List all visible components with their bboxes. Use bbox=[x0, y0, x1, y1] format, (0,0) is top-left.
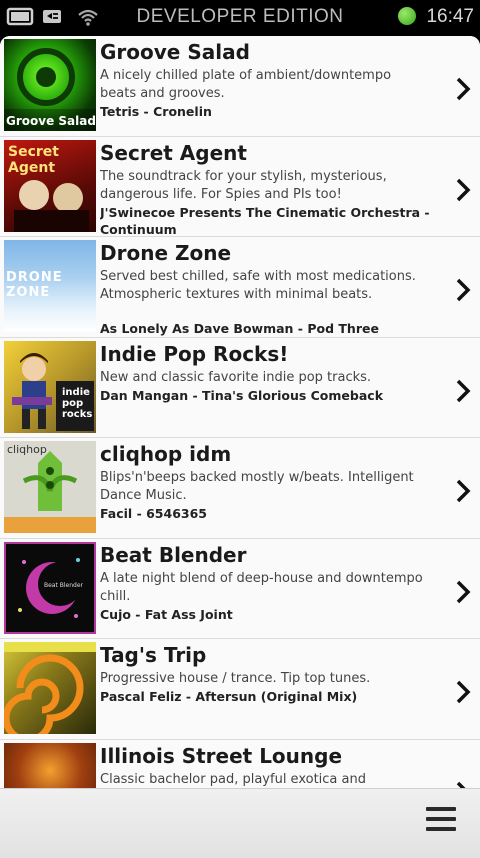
station-item-groove-salad[interactable]: Groove Salad Groove Salad A nicely chill… bbox=[0, 36, 480, 137]
chevron-right-icon[interactable] bbox=[454, 579, 472, 605]
beat-blender-art: Beat Blender bbox=[4, 541, 96, 634]
now-playing: Cujo - Fat Ass Joint bbox=[100, 606, 233, 622]
station-description: Blips'n'beeps backed mostly w/beats. Int… bbox=[100, 470, 414, 503]
now-playing: As Lonely As Dave Bowman - Pod Three bbox=[100, 321, 379, 336]
groove-salad-art: Groove Salad bbox=[4, 39, 96, 131]
station-title: Tag's Trip bbox=[100, 643, 207, 667]
station-item-indie-pop-rocks[interactable]: indie pop rocks Indie Pop Rocks! New and… bbox=[0, 337, 480, 438]
status-bar: DEVELOPER EDITION 16:47 bbox=[0, 0, 480, 36]
chevron-right-icon[interactable] bbox=[454, 177, 472, 203]
indie-pop-art: indie pop rocks bbox=[4, 340, 96, 433]
station-description: The soundtrack for your stylish, mysteri… bbox=[100, 168, 387, 202]
chevron-right-icon[interactable] bbox=[454, 76, 472, 102]
station-description: A nicely chilled plate of ambient/downte… bbox=[100, 68, 392, 101]
secret-agent-art: Secret Agent bbox=[4, 139, 96, 232]
station-description: Served best chilled, safe with most medi… bbox=[100, 269, 416, 302]
station-title: Indie Pop Rocks! bbox=[100, 341, 289, 366]
station-item-secret-agent[interactable]: Secret Agent Secret Agent The soundtrack… bbox=[0, 136, 480, 237]
thumb-label: Groove Salad bbox=[6, 114, 96, 128]
station-title: cliqhop idm bbox=[100, 442, 232, 466]
hamburger-menu-icon[interactable] bbox=[426, 807, 456, 837]
station-description: Progressive house / trance. Tip top tune… bbox=[100, 671, 371, 686]
thumb-label: Beat Blender bbox=[44, 581, 83, 589]
station-description: A late night blend of deep-house and dow… bbox=[100, 570, 423, 604]
now-playing: Pascal Feliz - Aftersun (Original Mix) bbox=[100, 689, 358, 704]
station-title: Beat Blender bbox=[100, 542, 247, 567]
thumb-label: Secret Agent bbox=[8, 143, 59, 176]
station-item-drone-zone[interactable]: DRONE ZONE Drone Zone Served best chille… bbox=[0, 237, 480, 338]
tags-trip-art bbox=[4, 642, 96, 734]
cliqhop-art: cliqhop bbox=[4, 441, 96, 533]
drone-zone-art: DRONE ZONE bbox=[4, 240, 96, 332]
station-item-cliqhop-idm[interactable]: cliqhop cliqhop idm Blips'n'beeps backed… bbox=[0, 438, 480, 539]
thumb-label: indie pop rocks bbox=[62, 386, 93, 420]
chevron-right-icon[interactable] bbox=[454, 780, 472, 789]
status-time: 16:47 bbox=[426, 6, 474, 27]
bottom-toolbar bbox=[0, 788, 480, 858]
station-item-illinois-street-lounge[interactable]: Illinois Street Lounge Classic bachelor … bbox=[0, 739, 480, 789]
now-playing: J'Swinecoe Presents The Cinematic Orches… bbox=[100, 204, 430, 237]
station-title: Drone Zone bbox=[100, 241, 232, 265]
station-title: Illinois Street Lounge bbox=[100, 743, 343, 768]
now-playing: Facil - 6546365 bbox=[100, 506, 207, 521]
station-description: Classic bachelor pad, playful exotica an… bbox=[100, 771, 366, 787]
station-list[interactable]: Groove Salad Groove Salad A nicely chill… bbox=[0, 36, 480, 788]
battery-indicator-icon bbox=[398, 7, 416, 25]
thumb-label: cliqhop bbox=[7, 443, 47, 456]
now-playing: Dan Mangan - Tina's Glorious Comeback bbox=[100, 387, 384, 403]
now-playing: Tetris - Cronelin bbox=[100, 104, 212, 119]
station-title: Secret Agent bbox=[100, 140, 247, 165]
station-item-beat-blender[interactable]: Beat Blender Beat Blender A late night b… bbox=[0, 538, 480, 639]
chevron-right-icon[interactable] bbox=[454, 478, 472, 504]
chevron-right-icon[interactable] bbox=[454, 679, 472, 705]
chevron-right-icon[interactable] bbox=[454, 277, 472, 303]
thumb-label: DRONE ZONE bbox=[6, 270, 63, 300]
station-description: New and classic favorite indie pop track… bbox=[100, 369, 372, 385]
chevron-right-icon[interactable] bbox=[454, 378, 472, 404]
illinois-lounge-art bbox=[4, 742, 96, 788]
station-item-tags-trip[interactable]: Tag's Trip Progressive house / trance. T… bbox=[0, 639, 480, 740]
station-title: Groove Salad bbox=[100, 40, 250, 64]
